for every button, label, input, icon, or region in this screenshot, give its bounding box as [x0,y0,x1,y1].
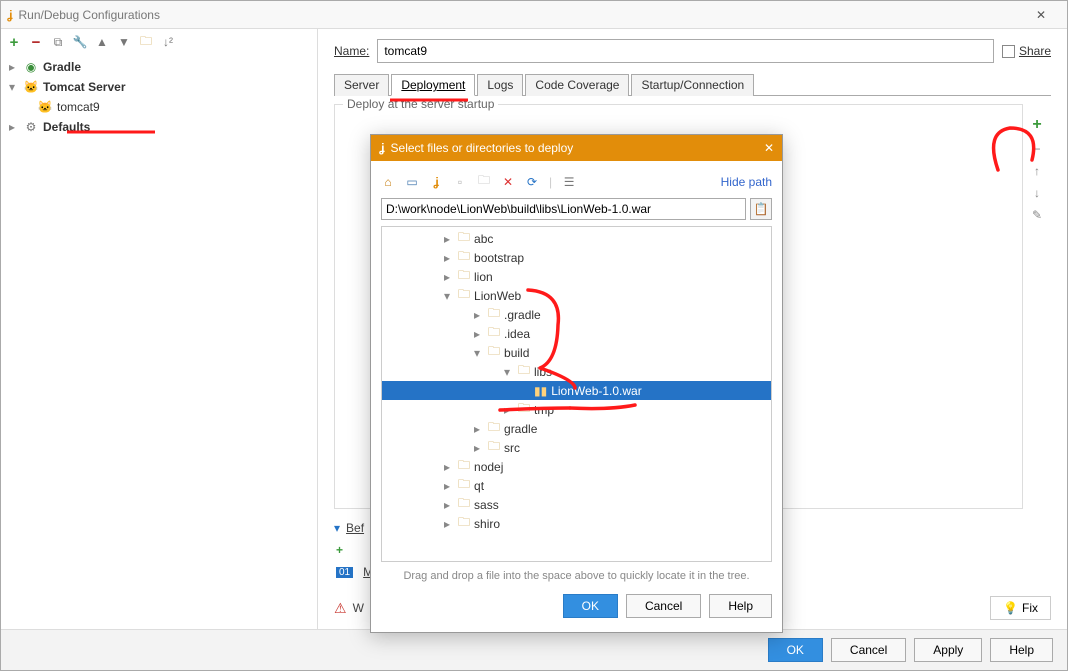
side-tools: + − ↑ ↓ ✎ [1023,104,1051,509]
up-icon[interactable]: ▲ [95,35,109,49]
tab-server[interactable]: Server [334,74,389,96]
tree-node-build[interactable]: ▾🗀build [382,343,771,362]
delete-icon[interactable]: ✕ [501,175,515,189]
path-input[interactable] [381,198,746,220]
tree-node-shiro[interactable]: ▸🗀shiro [382,514,771,533]
file-chooser-dialog: ʝ Select files or directories to deploy … [370,134,783,633]
settings-icon[interactable]: 🔧 [73,35,87,49]
show-hidden-icon[interactable]: ☰ [562,175,576,189]
home-icon[interactable]: ⌂ [381,175,395,189]
config-tree: ▸ ◉ Gradle ▾ 🐱 Tomcat Server 🐱 tomcat9 ▸… [1,55,317,139]
tree-node-nodej[interactable]: ▸🗀nodej [382,457,771,476]
dialog-titlebar: ʝ Select files or directories to deploy … [371,135,782,161]
before-label: Bef [346,521,364,535]
up-artifact-icon[interactable]: ↑ [1034,164,1040,178]
tabs: Server Deployment Logs Code Coverage Sta… [334,73,1051,96]
down-icon[interactable]: ▼ [117,35,131,49]
edit-artifact-icon[interactable]: ✎ [1032,208,1042,222]
fix-button[interactable]: 💡 Fix [990,596,1051,620]
tree-node-tomcat9[interactable]: 🐱 tomcat9 [7,97,311,117]
share-label: Share [1019,44,1051,58]
dialog-ok-button[interactable]: OK [563,594,618,618]
tree-node-war-selected[interactable]: ▮▮LionWeb-1.0.war [382,381,771,400]
dialog-help-button[interactable]: Help [709,594,772,618]
down-artifact-icon[interactable]: ↓ [1034,186,1040,200]
history-icon[interactable]: 📋 [750,198,772,220]
close-button[interactable]: ✕ [1021,8,1061,22]
tree-node-defaults[interactable]: ▸ ⚙ Defaults [7,117,311,137]
tree-node-tomcat-server[interactable]: ▾ 🐱 Tomcat Server [7,77,311,97]
tree-node-sass[interactable]: ▸🗀sass [382,495,771,514]
fix-label: Fix [1022,601,1038,615]
desktop-icon[interactable]: ▭ [405,175,419,189]
refresh-icon[interactable]: ⟳ [525,175,539,189]
file-tree[interactable]: ▸🗀abc ▸🗀bootstrap ▸🗀lion ▾🗀LionWeb ▸🗀.gr… [381,226,772,562]
tab-deployment[interactable]: Deployment [391,74,475,96]
add-icon[interactable]: + [7,35,21,49]
new-folder-icon[interactable]: 🗀 [477,171,491,192]
config-toolbar: + − ⧉ 🔧 ▲ ▼ 🗀 ↓² [1,29,317,55]
dialog-close-icon[interactable]: ✕ [764,141,774,155]
module-icon[interactable]: ▫ [453,175,467,189]
share-checkbox[interactable]: Share [1002,44,1051,58]
folder-icon[interactable]: 🗀 [139,35,153,49]
tree-node-gradle[interactable]: ▸ ◉ Gradle [7,57,311,77]
tree-node-src[interactable]: ▸🗀src [382,438,771,457]
tab-code-coverage[interactable]: Code Coverage [525,74,629,96]
title-bar: ʝ Run/Debug Configurations ✕ [1,1,1067,29]
window-title: Run/Debug Configurations [19,8,160,22]
tree-node-lionweb[interactable]: ▾🗀LionWeb [382,286,771,305]
deploy-group-label: Deploy at the server startup [343,97,498,111]
dialog-cancel-button[interactable]: Cancel [626,594,701,618]
dialog-app-icon: ʝ [379,141,385,155]
project-icon[interactable]: ʝ [429,175,443,189]
cancel-button[interactable]: Cancel [831,638,906,662]
add-step-icon[interactable]: + [336,543,343,557]
apply-button[interactable]: Apply [914,638,982,662]
dialog-hint: Drag and drop a file into the space abov… [381,570,772,582]
dialog-title: Select files or directories to deploy [391,141,574,155]
w-label: W [353,601,364,615]
bulb-icon: 💡 [1003,601,1018,615]
remove-icon[interactable]: − [29,35,43,49]
dialog-toolbar: ⌂ ▭ ʝ ▫ 🗀 ✕ ⟳ | ☰ Hide path [381,171,772,192]
warning-icon: ⚠ [334,600,347,617]
add-artifact-icon[interactable]: + [1032,116,1041,134]
app-icon: ʝ [7,8,13,22]
remove-artifact-icon[interactable]: − [1033,142,1040,156]
name-label: Name: [334,44,369,58]
copy-icon[interactable]: ⧉ [51,35,65,49]
tree-node-bootstrap[interactable]: ▸🗀bootstrap [382,248,771,267]
tree-node-libs[interactable]: ▾🗀libs [382,362,771,381]
tab-logs[interactable]: Logs [477,74,523,96]
footer: OK Cancel Apply Help [1,629,1067,670]
tree-node-abc[interactable]: ▸🗀abc [382,229,771,248]
sort-icon[interactable]: ↓² [161,35,175,49]
help-button[interactable]: Help [990,638,1053,662]
left-panel: + − ⧉ 🔧 ▲ ▼ 🗀 ↓² ▸ ◉ Gradle ▾ 🐱 Tomcat S [1,29,318,629]
tab-startup[interactable]: Startup/Connection [631,74,754,96]
m-icon: 01 [336,567,353,578]
tree-node-idea[interactable]: ▸🗀.idea [382,324,771,343]
tree-node-gradle-hidden[interactable]: ▸🗀.gradle [382,305,771,324]
tree-node-tmp[interactable]: ▸🗀tmp [382,400,771,419]
tree-node-lion[interactable]: ▸🗀lion [382,267,771,286]
ok-button[interactable]: OK [768,638,823,662]
name-input[interactable] [377,39,994,63]
tree-node-gradle[interactable]: ▸🗀gradle [382,419,771,438]
collapse-icon[interactable]: ▾ [334,521,340,535]
hide-path-link[interactable]: Hide path [721,175,772,189]
tree-node-qt[interactable]: ▸🗀qt [382,476,771,495]
